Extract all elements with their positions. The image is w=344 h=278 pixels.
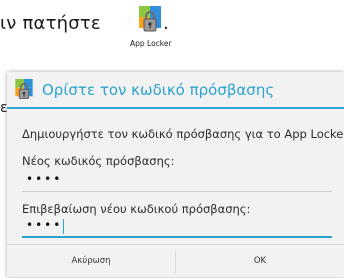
dialog-title: Ορίστε τον κωδικό πρόσβασης	[42, 81, 275, 99]
dialog-header: Ορίστε τον κωδικό πρόσβασης	[7, 72, 344, 109]
instruction-line: ιν πατήστε . App Locker	[0, 2, 344, 48]
ok-button[interactable]: OK	[176, 245, 344, 278]
cancel-button[interactable]: Ακύρωση	[7, 245, 175, 278]
confirm-password-label: Επιβεβαίωση νέου κωδικού πρόσβασης:	[22, 202, 251, 216]
instruction-period: .	[163, 13, 169, 34]
text-caret	[63, 219, 64, 234]
confirm-password-value: ••••	[26, 218, 63, 232]
header-divider	[7, 107, 344, 109]
set-password-dialog: Ορίστε τον κωδικό πρόσβασης Δημιουργήστε…	[7, 72, 344, 277]
app-locker-icon	[139, 6, 161, 34]
new-password-value: ••••	[26, 172, 63, 186]
field-underline	[22, 191, 332, 192]
new-password-field[interactable]: ••••	[22, 170, 332, 192]
dialog-message: Δημιουργήστε τον κωδικό πρόσβασης για το…	[22, 127, 344, 141]
app-caption: App Locker	[130, 39, 172, 48]
new-password-label: Νέος κωδικός πρόσβασης:	[22, 154, 175, 168]
app-locker-icon	[15, 79, 33, 101]
instruction-text: ιν πατήστε	[0, 13, 101, 34]
field-underline	[22, 236, 332, 238]
dialog-button-row: Ακύρωση OK	[7, 244, 344, 278]
confirm-password-field[interactable]: ••••	[22, 216, 332, 238]
